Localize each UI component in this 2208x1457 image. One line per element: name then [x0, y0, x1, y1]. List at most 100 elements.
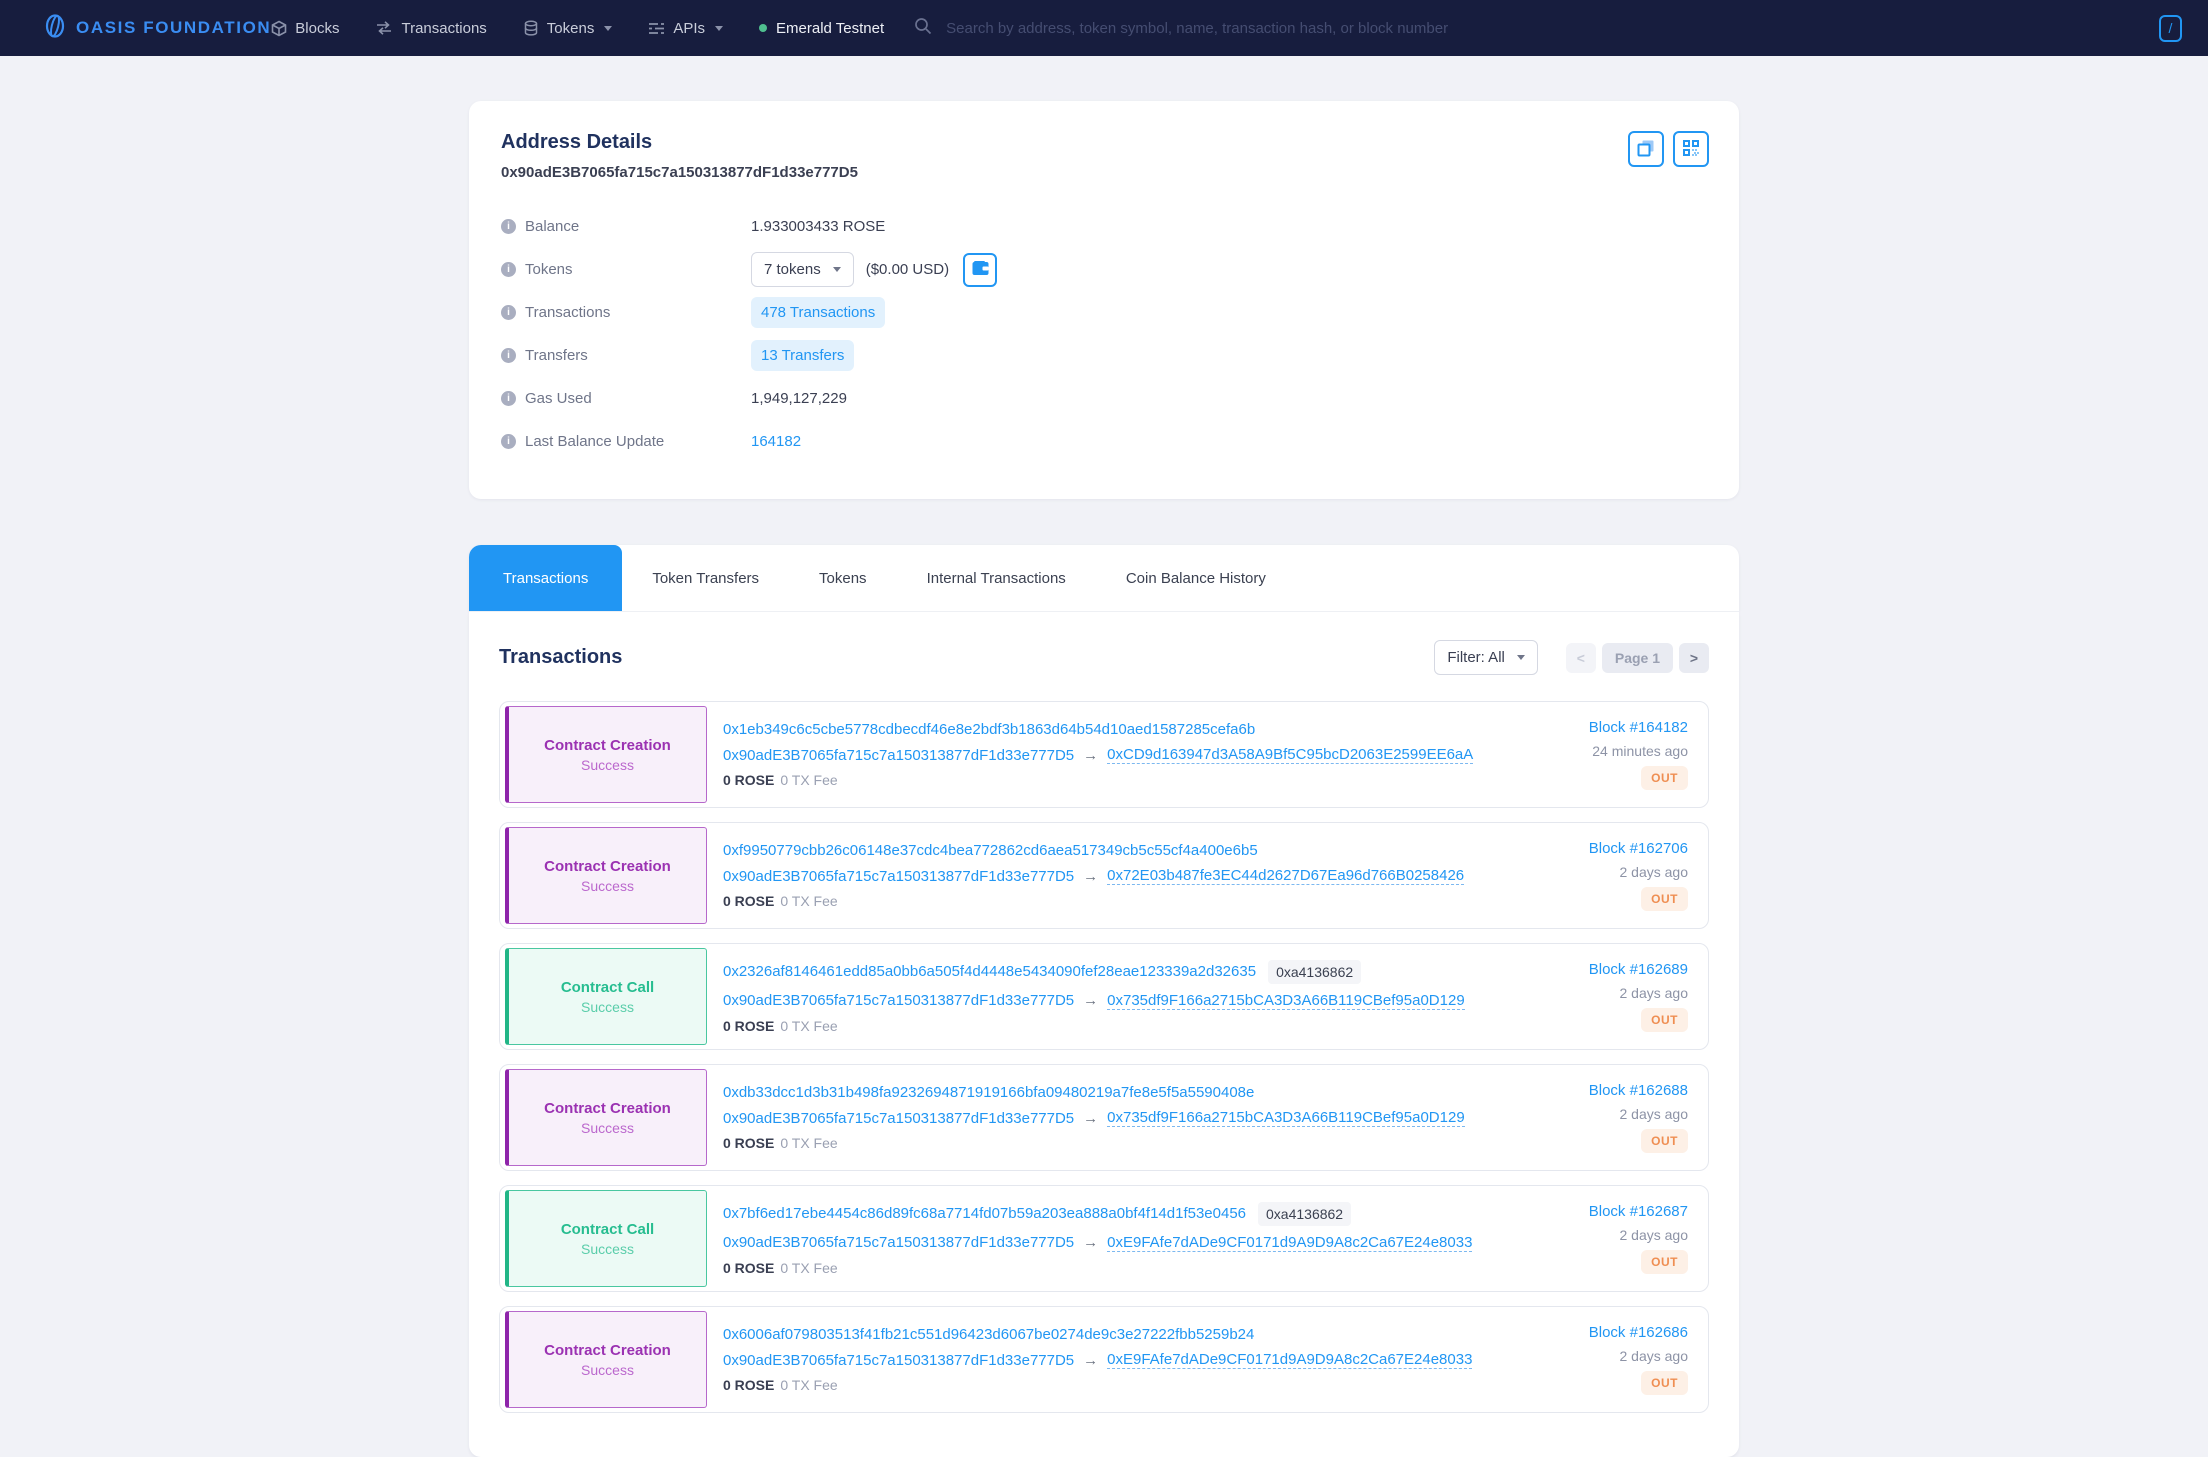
- tx-from-link[interactable]: 0x90adE3B7065fa715c7a150313877dF1d33e777…: [723, 992, 1074, 1009]
- tx-hash-link[interactable]: 0x1eb349c6c5cbe5778cdbecdf46e8e2bdf3b186…: [723, 721, 1255, 738]
- tx-value: 0 ROSE: [723, 893, 774, 909]
- address-actions: [1628, 131, 1709, 167]
- tx-timestamp: 2 days ago: [1620, 985, 1689, 1001]
- filter-dropdown[interactable]: Filter: All: [1434, 640, 1538, 675]
- copy-address-button[interactable]: [1628, 131, 1664, 167]
- wallet-button[interactable]: [963, 253, 997, 287]
- tx-to-link[interactable]: 0xCD9d163947d3A58A9Bf5C95bcD2063E2599EE6…: [1107, 746, 1473, 764]
- tx-block-link[interactable]: Block #164182: [1589, 719, 1688, 736]
- tx-hash-link[interactable]: 0x6006af079803513f41fb21c551d96423d6067b…: [723, 1326, 1254, 1343]
- tx-from-link[interactable]: 0x90adE3B7065fa715c7a150313877dF1d33e777…: [723, 1352, 1074, 1369]
- next-page-button[interactable]: >: [1679, 643, 1709, 673]
- nav-item-transactions[interactable]: Transactions: [375, 20, 486, 37]
- nav-label: Blocks: [295, 20, 339, 37]
- tab[interactable]: Token Transfers: [622, 545, 789, 611]
- tx-hash-link[interactable]: 0x7bf6ed17ebe4454c86d89fc68a7714fd07b59a…: [723, 1205, 1246, 1222]
- tx-from-link[interactable]: 0x90adE3B7065fa715c7a150313877dF1d33e777…: [723, 1234, 1074, 1251]
- tx-block-link[interactable]: Block #162689: [1589, 961, 1688, 978]
- balance-value: 1.933003433 ROSE: [751, 218, 885, 235]
- brand-name: OASIS FOUNDATION: [76, 18, 271, 38]
- tx-value: 0 ROSE: [723, 772, 774, 788]
- nav-label: Tokens: [547, 20, 595, 37]
- tx-status-box: Contract Creation Success: [505, 706, 707, 803]
- field-gas-used: i Gas Used 1,949,127,229: [501, 377, 1709, 420]
- brand-logo[interactable]: OASIS FOUNDATION: [44, 14, 271, 43]
- searchbar: /: [914, 15, 2182, 42]
- wallet-icon: [972, 261, 989, 279]
- transfer-arrows-icon: [375, 20, 393, 36]
- tx-hash-link[interactable]: 0xdb33dcc1d3b31b498fa9232694871919166bfa…: [723, 1084, 1254, 1101]
- tabs-card: Transactions Token Transfers Tokens Inte…: [469, 545, 1739, 1457]
- tab[interactable]: Coin Balance History: [1096, 545, 1296, 611]
- tab[interactable]: Internal Transactions: [897, 545, 1096, 611]
- tx-timestamp: 2 days ago: [1620, 1106, 1689, 1122]
- chevron-down-icon: [1517, 655, 1525, 660]
- tx-block-link[interactable]: Block #162687: [1589, 1203, 1688, 1220]
- cube-icon: [271, 20, 287, 37]
- copy-icon: [1637, 139, 1655, 160]
- search-icon: [914, 17, 932, 40]
- tab[interactable]: Transactions: [469, 545, 622, 611]
- pagination: < Page 1 >: [1566, 643, 1709, 673]
- tx-timestamp: 2 days ago: [1620, 1348, 1689, 1364]
- api-sliders-icon: [648, 21, 665, 36]
- tx-to-link[interactable]: 0x72E03b487fe3EC44d2627D67Ea96d766B02584…: [1107, 867, 1464, 885]
- tx-from-link[interactable]: 0x90adE3B7065fa715c7a150313877dF1d33e777…: [723, 868, 1074, 885]
- tx-value: 0 ROSE: [723, 1260, 774, 1276]
- tx-status: Success: [581, 1362, 634, 1378]
- last-balance-update-block-link[interactable]: 164182: [751, 433, 801, 450]
- transaction-row: Contract Call Success 0x2326af8146461edd…: [499, 943, 1709, 1050]
- arrow-right-icon: →: [1083, 868, 1098, 885]
- tx-block-link[interactable]: Block #162688: [1589, 1082, 1688, 1099]
- oasis-logo-icon: [44, 14, 66, 43]
- tokens-dropdown[interactable]: 7 tokens: [751, 252, 854, 287]
- tokens-dropdown-value: 7 tokens: [764, 261, 821, 278]
- tx-status-box: Contract Creation Success: [505, 1069, 707, 1166]
- tab[interactable]: Tokens: [789, 545, 897, 611]
- tx-type: Contract Creation: [544, 1100, 671, 1117]
- tx-to-link[interactable]: 0xE9FAfe7dADe9CF0171d9A9D9A8c2Ca67E24e80…: [1107, 1234, 1472, 1252]
- transactions-count-badge[interactable]: 478 Transactions: [751, 297, 885, 328]
- tx-to-link[interactable]: 0x735df9F166a2715bCA3D3A66B119CBef95a0D1…: [1107, 992, 1465, 1010]
- tab-label: Transactions: [503, 570, 588, 587]
- info-icon: i: [501, 219, 516, 234]
- tx-to-link[interactable]: 0x735df9F166a2715bCA3D3A66B119CBef95a0D1…: [1107, 1109, 1465, 1127]
- tokens-usd-value: ($0.00 USD): [866, 261, 949, 278]
- prev-page-button[interactable]: <: [1566, 643, 1596, 673]
- qr-code-button[interactable]: [1673, 131, 1709, 167]
- transaction-row: Contract Creation Success 0xdb33dcc1d3b3…: [499, 1064, 1709, 1171]
- transfers-count-badge[interactable]: 13 Transfers: [751, 340, 854, 371]
- tx-from-link[interactable]: 0x90adE3B7065fa715c7a150313877dF1d33e777…: [723, 1110, 1074, 1127]
- search-shortcut-badge: /: [2159, 15, 2182, 42]
- field-balance: i Balance 1.933003433 ROSE: [501, 205, 1709, 248]
- field-label-text: Gas Used: [525, 390, 592, 407]
- network-selector[interactable]: Emerald Testnet: [759, 20, 884, 37]
- tab-label: Internal Transactions: [927, 570, 1066, 587]
- tx-block-link[interactable]: Block #162686: [1589, 1324, 1688, 1341]
- search-input[interactable]: [944, 19, 2147, 38]
- tx-block-link[interactable]: Block #162706: [1589, 840, 1688, 857]
- tx-hash-link[interactable]: 0x2326af8146461edd85a0bb6a505f4d4448e543…: [723, 963, 1256, 980]
- tx-hash-link[interactable]: 0xf9950779cbb26c06148e37cdc4bea772862cd6…: [723, 842, 1258, 859]
- tx-method-badge: 0xa4136862: [1268, 960, 1361, 984]
- tx-type: Contract Call: [561, 979, 654, 996]
- tx-timestamp: 2 days ago: [1620, 864, 1689, 880]
- gas-used-value: 1,949,127,229: [751, 390, 847, 407]
- tx-from-link[interactable]: 0x90adE3B7065fa715c7a150313877dF1d33e777…: [723, 747, 1074, 764]
- tx-status: Success: [581, 999, 634, 1015]
- tx-fee: 0 TX Fee: [780, 1135, 837, 1151]
- tx-direction-badge: OUT: [1641, 887, 1688, 911]
- field-transfers: i Transfers 13 Transfers: [501, 334, 1709, 377]
- field-last-balance-update: i Last Balance Update 164182: [501, 420, 1709, 463]
- info-icon: i: [501, 348, 516, 363]
- qr-code-icon: [1682, 139, 1700, 160]
- nav-item-blocks[interactable]: Blocks: [271, 20, 339, 37]
- tx-direction-badge: OUT: [1641, 1008, 1688, 1032]
- tx-fee: 0 TX Fee: [780, 1018, 837, 1034]
- tx-to-link[interactable]: 0xE9FAfe7dADe9CF0171d9A9D9A8c2Ca67E24e80…: [1107, 1351, 1472, 1369]
- nav-item-apis[interactable]: APIs: [648, 20, 723, 37]
- address-fields: i Balance 1.933003433 ROSE i Tokens 7 to…: [501, 205, 1709, 463]
- tx-status-box: Contract Call Success: [505, 948, 707, 1045]
- nav-item-tokens[interactable]: Tokens: [523, 20, 613, 37]
- arrow-right-icon: →: [1083, 1234, 1098, 1251]
